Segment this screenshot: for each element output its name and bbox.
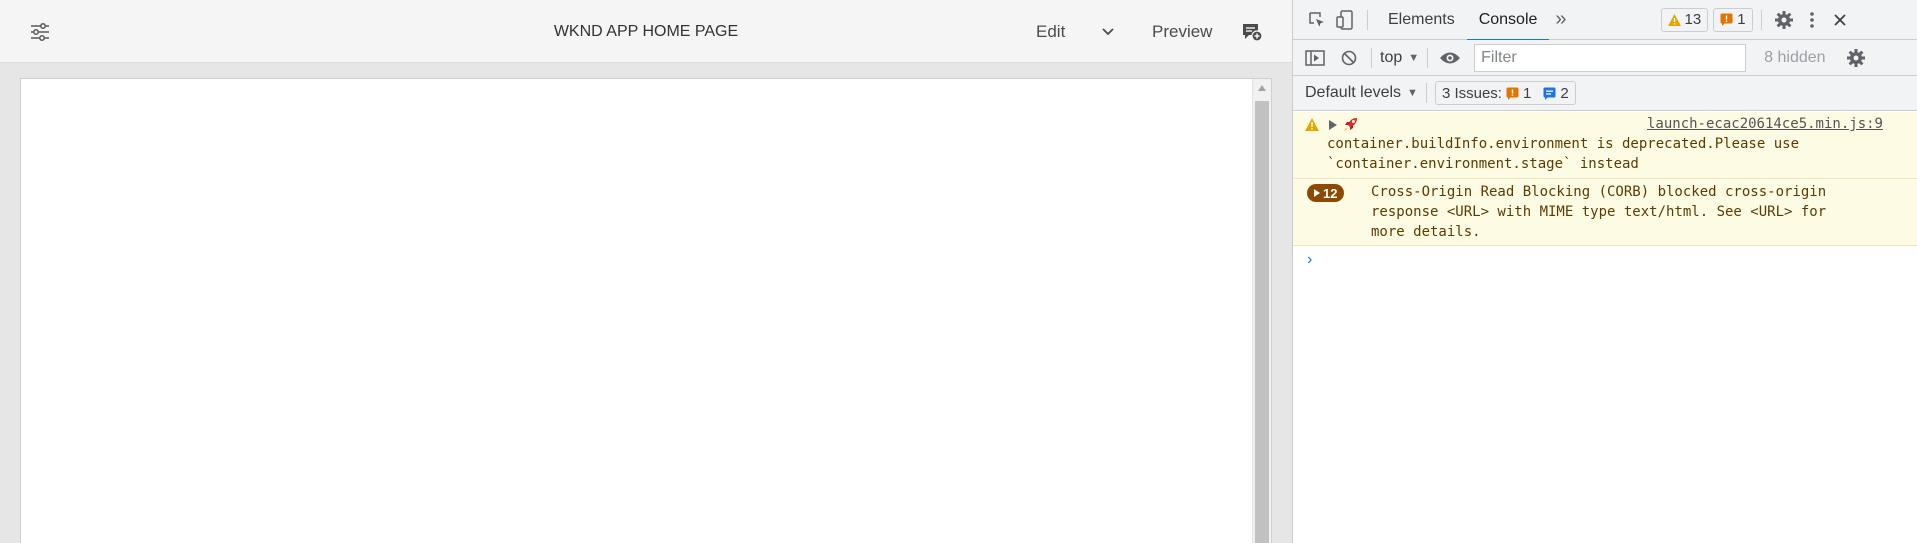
canvas-scrollbar[interactable] bbox=[1252, 79, 1271, 543]
issue-warning-icon bbox=[1506, 87, 1519, 100]
repeat-count-badge[interactable]: 12 bbox=[1307, 184, 1345, 202]
warning-icon bbox=[1305, 118, 1319, 131]
gear-icon[interactable] bbox=[1770, 6, 1798, 34]
edit-mode-button[interactable]: Edit bbox=[1036, 0, 1065, 63]
annotation-add-icon[interactable] bbox=[1238, 18, 1266, 46]
device-toolbar-icon[interactable] bbox=[1331, 6, 1359, 34]
issues-button[interactable]: 3 Issues: 1 2 bbox=[1434, 81, 1576, 105]
live-expression-eye-icon[interactable] bbox=[1436, 44, 1464, 72]
toolbar-divider bbox=[1425, 83, 1427, 103]
kebab-menu-icon[interactable] bbox=[1798, 6, 1826, 34]
tab-console[interactable]: Console bbox=[1466, 0, 1550, 41]
message-text-line: more details. bbox=[1371, 224, 1481, 240]
tab-elements[interactable]: Elements bbox=[1376, 0, 1467, 40]
scroll-up-arrow-icon[interactable] bbox=[1253, 79, 1271, 97]
error-message-icon bbox=[1720, 13, 1733, 26]
toolbar-divider bbox=[1760, 9, 1762, 30]
context-value: top bbox=[1380, 48, 1403, 66]
levels-toolbar: Default levels ▼ 3 Issues: 1 2 bbox=[1293, 76, 1917, 111]
message-text-line: `container.environment.stage` instead bbox=[1327, 156, 1639, 172]
issues-info-count: 2 bbox=[1560, 84, 1569, 102]
repeat-count: 12 bbox=[1323, 185, 1338, 201]
message-text-line: container.buildInfo.environment is depre… bbox=[1327, 136, 1800, 152]
errors-count: 1 bbox=[1737, 11, 1746, 28]
page-editor: WKND APP HOME PAGE Edit Preview bbox=[0, 0, 1292, 543]
toolbar-divider bbox=[1371, 47, 1372, 68]
source-link[interactable]: launch-ecac20614ce5.min.js:9 bbox=[1647, 116, 1883, 132]
log-levels-dropdown[interactable]: Default levels ▼ bbox=[1305, 84, 1418, 102]
message-text-line: Cross-Origin Read Blocking (CORB) blocke… bbox=[1371, 184, 1827, 200]
console-toolbar: top ▼ 8 hidden bbox=[1293, 40, 1917, 76]
chevron-down-icon[interactable] bbox=[1094, 18, 1122, 46]
expand-triangle-icon bbox=[1314, 189, 1320, 197]
caret-down-icon: ▼ bbox=[1408, 51, 1420, 64]
errors-badge[interactable]: 1 bbox=[1713, 7, 1753, 32]
issues-label: 3 Issues: bbox=[1441, 84, 1502, 102]
expand-triangle-icon[interactable] bbox=[1329, 120, 1337, 130]
toolbar-divider bbox=[1367, 9, 1368, 30]
caret-down-icon: ▼ bbox=[1407, 87, 1418, 99]
sidebar-toggle-icon[interactable] bbox=[1301, 44, 1329, 72]
hidden-messages-count: 8 hidden bbox=[1764, 48, 1826, 66]
issues-warning-count: 1 bbox=[1522, 84, 1532, 102]
context-selector[interactable]: top ▼ bbox=[1380, 49, 1419, 67]
devtools-toolbar: Elements Console » 13 1 bbox=[1293, 0, 1917, 41]
console-message-warning[interactable]: launch-ecac20614ce5.min.js:9 container.b… bbox=[1293, 112, 1917, 179]
warning-icon bbox=[1667, 13, 1681, 26]
more-tabs-icon[interactable]: » bbox=[1549, 8, 1572, 31]
console-settings-gear-icon[interactable] bbox=[1842, 44, 1870, 72]
console-message-grouped-error[interactable]: 12 Cross-Origin Read Blocking (CORB) blo… bbox=[1293, 180, 1917, 246]
issue-info-icon bbox=[1543, 87, 1556, 100]
screen: WKND APP HOME PAGE Edit Preview Elements… bbox=[0, 0, 1917, 543]
warnings-badge[interactable]: 13 bbox=[1660, 7, 1709, 32]
editor-header: WKND APP HOME PAGE Edit Preview bbox=[0, 0, 1292, 63]
toolbar-divider bbox=[1427, 47, 1429, 68]
warnings-count: 13 bbox=[1684, 11, 1702, 28]
scroll-thumb[interactable] bbox=[1255, 101, 1269, 543]
page-canvas[interactable] bbox=[20, 78, 1272, 543]
close-icon[interactable] bbox=[1826, 6, 1854, 34]
sliders-icon[interactable] bbox=[26, 18, 54, 46]
log-levels-value: Default levels bbox=[1305, 84, 1402, 101]
rocket-icon bbox=[1344, 118, 1357, 131]
clear-console-icon[interactable] bbox=[1335, 44, 1363, 72]
devtools-panel: Elements Console » 13 1 top ▼ Filter 8 h… bbox=[1292, 0, 1917, 543]
preview-button[interactable]: Preview bbox=[1152, 0, 1212, 63]
message-text-line: response <URL> with MIME type text/html.… bbox=[1371, 204, 1827, 220]
console-prompt[interactable]: › bbox=[1307, 251, 1312, 269]
filter-input[interactable] bbox=[1474, 43, 1747, 72]
inspect-element-icon[interactable] bbox=[1303, 6, 1331, 34]
